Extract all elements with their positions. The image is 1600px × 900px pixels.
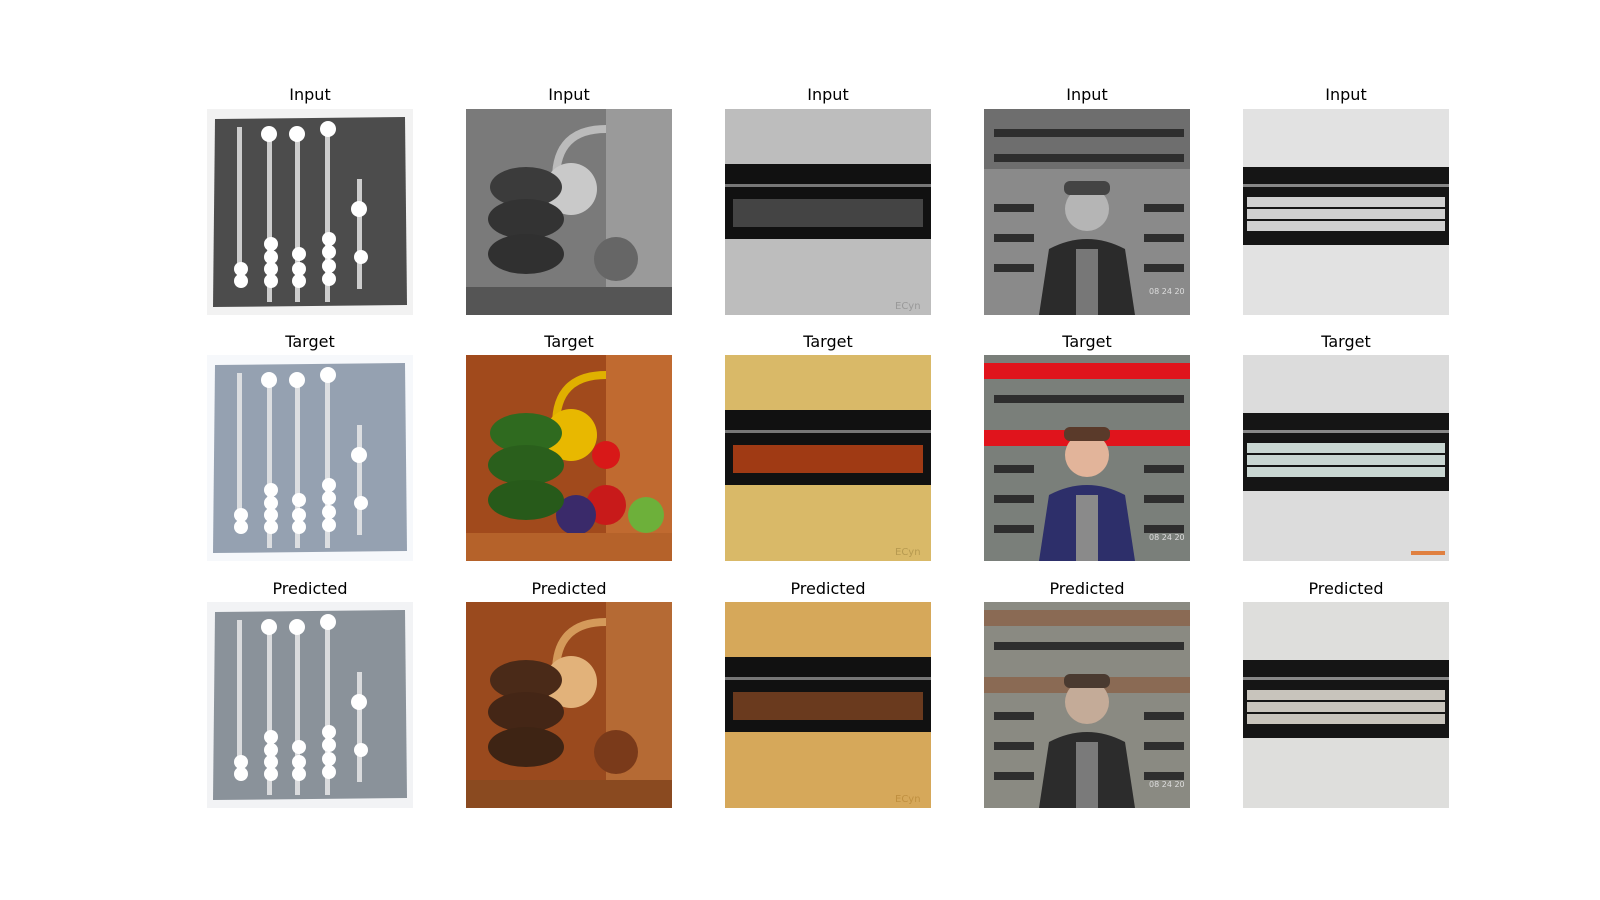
caption-predicted-4: Predicted (1049, 579, 1125, 598)
image-target-abacus-band: ECyn (725, 355, 931, 561)
caption-predicted-2: Predicted (531, 579, 607, 598)
image-predicted-man-abacus: 08 24 20 (984, 602, 1190, 808)
caption-target-4: Target (1062, 332, 1112, 351)
caption-predicted-1: Predicted (272, 579, 348, 598)
timestamp-target: 08 24 20 (1149, 533, 1185, 542)
figure-page: { "rows": [ {"label": "Input"}, {"label"… (0, 0, 1600, 900)
caption-input-4: Input (1066, 85, 1108, 104)
image-input-engraved-abacus (207, 109, 413, 315)
image-input-soroban (1243, 109, 1449, 315)
image-predicted-bead-toy (466, 602, 672, 808)
caption-predicted-5: Predicted (1308, 579, 1384, 598)
caption-input-1: Input (289, 85, 331, 104)
image-predicted-engraved-abacus (207, 602, 413, 808)
timestamp-input: 08 24 20 (1149, 287, 1185, 296)
watermark-target: ECyn (895, 547, 921, 558)
watermark-input: ECyn (895, 301, 921, 312)
image-target-bead-toy (466, 355, 672, 561)
image-predicted-abacus-band: ECyn (725, 602, 931, 808)
image-input-abacus-band: ECyn (725, 109, 931, 315)
image-target-engraved-abacus (207, 355, 413, 561)
caption-target-3: Target (803, 332, 853, 351)
caption-input-2: Input (548, 85, 590, 104)
image-input-bead-toy (466, 109, 672, 315)
timestamp-predicted: 08 24 20 (1149, 780, 1185, 789)
image-target-soroban (1243, 355, 1449, 561)
image-predicted-soroban (1243, 602, 1449, 808)
watermark-predicted: ECyn (895, 794, 921, 805)
caption-target-1: Target (285, 332, 335, 351)
image-input-man-abacus: 08 24 20 (984, 109, 1190, 315)
caption-target-5: Target (1321, 332, 1371, 351)
caption-target-2: Target (544, 332, 594, 351)
caption-predicted-3: Predicted (790, 579, 866, 598)
caption-input-3: Input (807, 85, 849, 104)
image-target-man-abacus: 08 24 20 (984, 355, 1190, 561)
caption-input-5: Input (1325, 85, 1367, 104)
